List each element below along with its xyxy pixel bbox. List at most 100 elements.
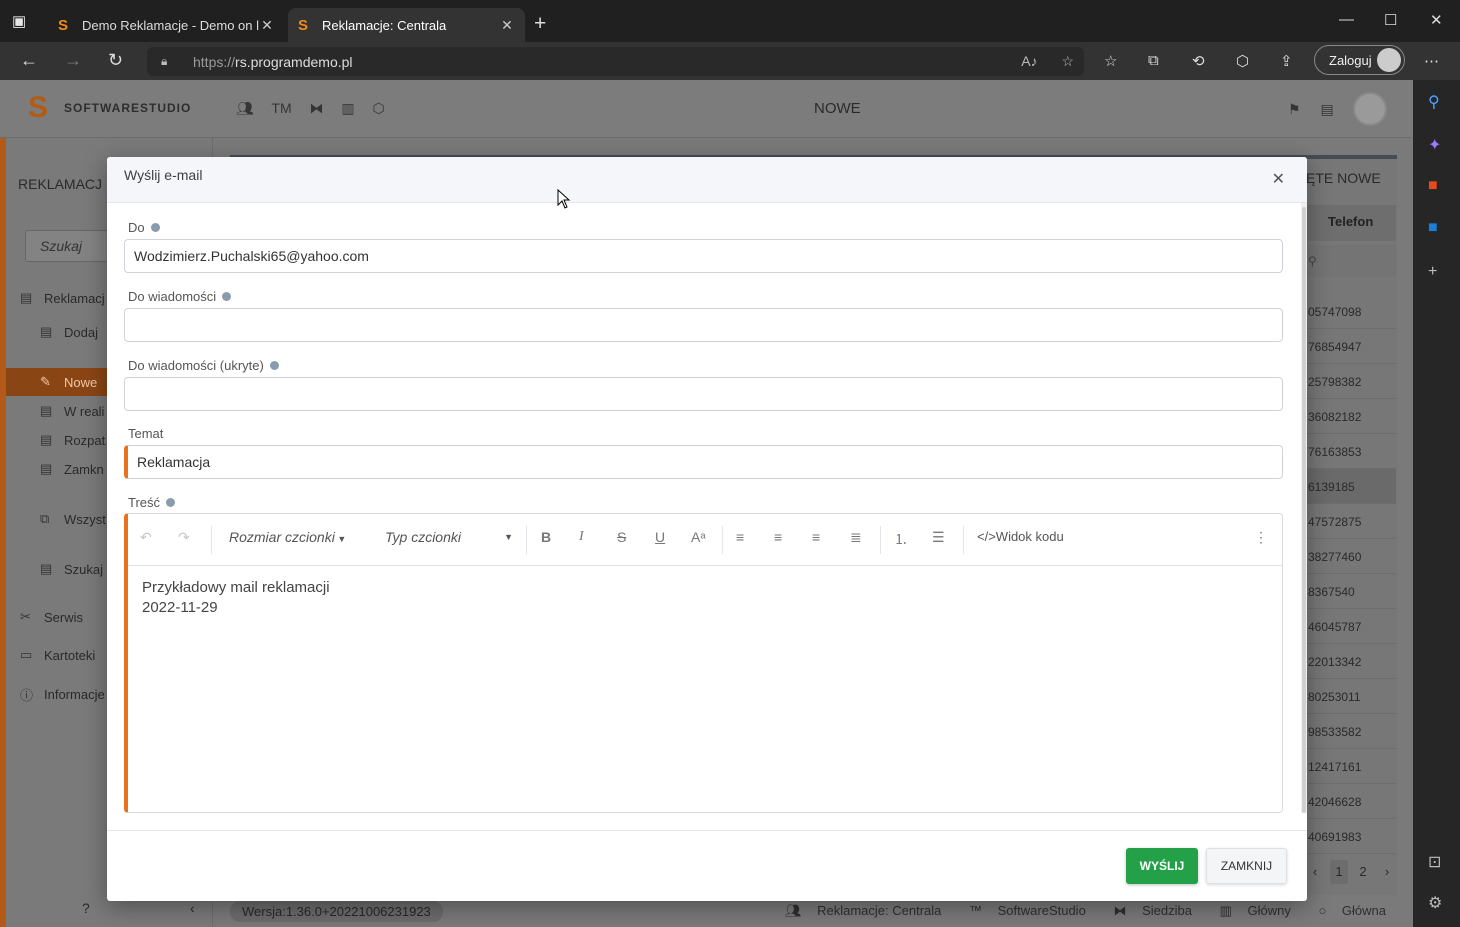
strikethrough-icon[interactable]: S (617, 529, 626, 545)
table-row[interactable]: 46045787 (1306, 609, 1396, 644)
prev-page-icon[interactable]: ‹ (1306, 860, 1324, 884)
table-row[interactable]: 38277460 (1306, 539, 1396, 574)
copilot-icon[interactable]: ✦ (1428, 135, 1441, 155)
scrollbar-thumb[interactable] (1302, 207, 1306, 813)
org-structure-icon[interactable]: ⧓ (310, 100, 324, 116)
table-row[interactable]: 22013342 (1306, 644, 1396, 679)
subject-field[interactable] (124, 445, 1283, 479)
outlook-icon[interactable]: ■ (1428, 219, 1438, 237)
sidebar-item-wszystkie[interactable]: ⧉ Wszyst (40, 511, 106, 527)
sidebar-item-rozpatrzone[interactable]: ▤ Rozpat (40, 432, 105, 448)
softwarestudio-logo[interactable]: S SOFTWARESTUDIO (28, 92, 191, 124)
footer-link-siedziba[interactable]: ⧓ Siedziba (1101, 903, 1192, 918)
table-row[interactable]: 12417161 (1306, 749, 1396, 784)
font-type-dropdown[interactable]: Typ czcionki ▼ (385, 529, 513, 545)
info-dot-icon[interactable] (222, 292, 232, 301)
tab-close-icon[interactable]: ✕ (499, 17, 515, 34)
footer-link-glowny[interactable]: ▥ Główny (1208, 903, 1291, 918)
share-icon[interactable]: ⇪ (1280, 52, 1293, 70)
collections-icon[interactable]: ⧉ (1148, 52, 1159, 69)
tab-actions-icon[interactable]: ▣ (12, 12, 38, 36)
maximize-icon[interactable]: ☐ (1384, 11, 1397, 29)
align-left-icon[interactable]: ≡ (736, 529, 744, 545)
browser-tab-demo[interactable]: S Demo Reklamacje - Demo on lin ✕ (48, 8, 285, 42)
sidebar-item-informacje[interactable]: ⓘ Informacje (20, 685, 105, 704)
unordered-list-icon[interactable]: ☰ (932, 529, 945, 546)
minimize-icon[interactable]: — (1339, 11, 1354, 28)
more-menu-icon[interactable]: ⋯ (1424, 52, 1439, 70)
italic-icon[interactable]: I (579, 529, 584, 545)
info-dot-icon[interactable] (269, 361, 279, 370)
align-justify-icon[interactable]: ≣ (850, 529, 862, 546)
align-center-icon[interactable]: ≡ (774, 529, 782, 545)
underline-icon[interactable]: U (655, 529, 665, 545)
footer-link-centrala[interactable]: 👥︎ Reklamacje: Centrala (773, 903, 941, 918)
table-row[interactable]: 36082182 (1306, 399, 1396, 434)
close-icon[interactable]: ✕ (1272, 169, 1285, 189)
table-row[interactable]: 76854947 (1306, 329, 1396, 364)
table-row[interactable]: 25798382 (1306, 364, 1396, 399)
column-header-telefon[interactable]: Telefon (1306, 205, 1396, 241)
reload-icon[interactable]: ↻ (108, 50, 123, 71)
new-tab-icon[interactable]: + (534, 12, 546, 36)
forward-icon[interactable]: → (64, 50, 82, 71)
table-row[interactable]: 76163853 (1306, 434, 1396, 469)
table-row[interactable]: 42046628 (1306, 784, 1396, 819)
align-right-icon[interactable]: ≡ (812, 529, 820, 545)
send-button[interactable]: WYŚLIJ (1126, 848, 1198, 884)
table-row[interactable]: 80253011 (1306, 679, 1396, 714)
favorites-icon[interactable]: ☆ (1104, 52, 1117, 70)
bcc-field[interactable] (124, 377, 1283, 411)
table-row[interactable]: 6139185 (1306, 469, 1396, 504)
tm-icon[interactable]: TM (271, 100, 291, 116)
warehouse-icon[interactable]: ▥ (341, 100, 354, 116)
info-dot-icon[interactable] (166, 498, 176, 507)
cc-field[interactable] (124, 308, 1283, 342)
redo-icon[interactable]: ↷ (178, 529, 190, 546)
to-field[interactable] (124, 239, 1283, 273)
collapse-sidebar-icon[interactable]: ‹ (190, 900, 195, 916)
sidebar-item-dodaj[interactable]: ▤ Dodaj (40, 324, 98, 340)
add-favorite-icon[interactable]: ☆ (1061, 53, 1074, 69)
settings-gear-icon[interactable]: ⚙ (1428, 893, 1442, 913)
more-options-icon[interactable]: ⋮ (1254, 529, 1268, 546)
table-row[interactable]: 05747098 (1306, 294, 1396, 329)
help-icon[interactable]: ? (82, 900, 90, 916)
hexagon-icon[interactable]: ⬡ (373, 100, 385, 116)
sidebar-item-serwis[interactable]: ✂ Serwis (20, 609, 83, 625)
modal-scrollbar[interactable] (1301, 203, 1307, 813)
sidebar-layout-icon[interactable]: ⊡ (1428, 852, 1441, 872)
page-2[interactable]: 2 (1354, 860, 1372, 884)
footer-link-softwarestudio[interactable]: ™ SoftwareStudio (957, 903, 1086, 918)
column-search-icon[interactable]: ⚲ (1306, 245, 1396, 277)
close-button[interactable]: ZAMKNIJ (1206, 848, 1287, 884)
font-size-dropdown[interactable]: Rozmiar czcionki ▼ (229, 529, 346, 545)
url-field[interactable]: 🔒︎ https:// rs.programdemo.pl A♪ ☆ (147, 47, 1084, 76)
extensions-icon[interactable]: ⬡ (1236, 52, 1249, 70)
info-dot-icon[interactable] (150, 223, 160, 232)
sidebar-item-reklamacje[interactable]: ▤ Reklamacj (20, 290, 105, 306)
office-icon[interactable]: ■ (1428, 177, 1438, 195)
tab-close-icon[interactable]: ✕ (259, 17, 275, 34)
users-icon[interactable]: 👥︎ (236, 100, 254, 116)
login-button[interactable]: Zaloguj (1314, 45, 1405, 75)
table-row[interactable]: 8367540 (1306, 574, 1396, 609)
bold-icon[interactable]: B (541, 529, 551, 545)
table-row[interactable]: 40691983 (1306, 819, 1396, 854)
sidebar-item-kartoteki[interactable]: ▭ Kartoteki (20, 647, 95, 663)
next-page-icon[interactable]: › (1378, 860, 1396, 884)
user-avatar[interactable] (1353, 92, 1387, 126)
footer-link-glowna[interactable]: ○ Główna (1306, 903, 1386, 918)
superscript-icon[interactable]: Aᵃ (691, 529, 706, 545)
add-icon[interactable]: + (1428, 263, 1437, 281)
close-window-icon[interactable]: ✕ (1430, 11, 1443, 29)
history-icon[interactable]: ⟲ (1192, 52, 1205, 70)
page-1[interactable]: 1 (1330, 860, 1348, 884)
code-view-button[interactable]: </>Widok kodu (977, 529, 1064, 544)
read-aloud-icon[interactable]: A♪ (1021, 53, 1037, 69)
contact-card-icon[interactable]: ▤ (1320, 101, 1333, 117)
sidebar-item-w-realizacji[interactable]: ▤ W reali (40, 403, 104, 419)
sidebar-item-zamkniete[interactable]: ▤ Zamkn (40, 461, 104, 477)
ordered-list-icon[interactable]: ⒈ (894, 529, 908, 549)
browser-tab-centrala[interactable]: S Reklamacje: Centrala ✕ (288, 8, 525, 42)
